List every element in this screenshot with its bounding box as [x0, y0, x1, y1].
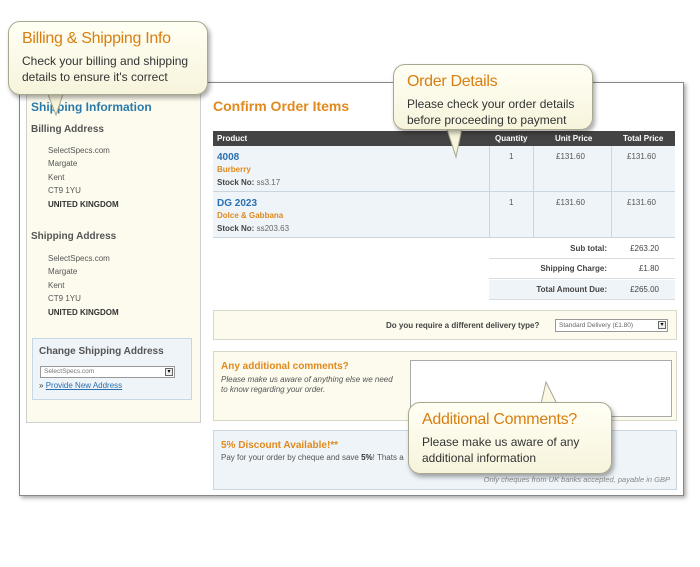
- discount-text-end: ! Thats a: [372, 453, 404, 462]
- billing-address-heading: Billing Address: [31, 124, 104, 135]
- change-shipping-panel: Change Shipping Address SelectSpecs.com …: [32, 338, 192, 400]
- item-unit-price: £131.60: [556, 152, 585, 161]
- shipping-charge-row: Shipping Charge: £1.80: [489, 259, 675, 279]
- stock-number: ss203.63: [256, 224, 290, 233]
- product-stock: Stock No: ss3.17: [217, 178, 280, 187]
- delivery-type-select[interactable]: Standard Delivery (£1.80) ▾: [555, 319, 668, 332]
- subtotal-value: £263.20: [630, 244, 659, 253]
- subtotal-row: Sub total: £263.20: [489, 239, 675, 259]
- address-line: SelectSpecs.com: [48, 146, 110, 155]
- additional-comments-callout: Additional Comments? Please make us awar…: [408, 402, 612, 474]
- column-product: Product: [217, 134, 248, 143]
- discount-text: Pay for your order by cheque and save: [221, 453, 359, 462]
- discount-note: Only cheques from UK banks accepted, pay…: [483, 475, 670, 484]
- total-due-label: Total Amount Due:: [536, 285, 607, 294]
- callout-line: before proceeding to payment: [407, 113, 567, 127]
- shipping-charge-value: £1.80: [638, 264, 659, 273]
- table-header: Product Quantity Unit Price Total Price: [213, 131, 675, 146]
- product-stock: Stock No: ss203.63: [217, 224, 289, 233]
- shipping-address: SelectSpecs.com Margate Kent CT9 1YU UNI…: [48, 252, 119, 319]
- callout-title: Additional Comments?: [422, 411, 577, 428]
- billing-shipping-callout: Billing & Shipping Info Check your billi…: [8, 21, 208, 95]
- product-brand: Burberry: [217, 165, 251, 174]
- comments-description: Please make us aware of anything else we…: [221, 375, 393, 394]
- dropdown-arrow-icon: ▾: [658, 321, 666, 329]
- delivery-type-panel: Do you require a different delivery type…: [213, 310, 677, 340]
- shipping-sidebar: Shipping Information Billing Address Sel…: [26, 90, 201, 423]
- delivery-select-value: Standard Delivery (£1.80): [559, 322, 634, 329]
- order-details-callout: Order Details Please check your order de…: [393, 64, 593, 130]
- provide-address-row: » Provide New Address: [39, 381, 122, 390]
- address-select[interactable]: SelectSpecs.com ▾: [40, 366, 175, 378]
- total-due-value: £265.00: [630, 285, 659, 294]
- subtotal-label: Sub total:: [570, 244, 607, 253]
- shipping-charge-label: Shipping Charge:: [540, 264, 607, 273]
- item-quantity: 1: [509, 198, 514, 207]
- address-line: CT9 1YU: [48, 186, 81, 196]
- callout-line: Please check your order details: [407, 97, 575, 111]
- address-select-value: SelectSpecs.com: [44, 368, 95, 375]
- callout-line: details to ensure it's correct: [22, 70, 168, 84]
- stock-label: Stock No:: [217, 224, 255, 233]
- callout-text: Please make us aware of any additional i…: [422, 434, 579, 466]
- callout-line: Check your billing and shipping: [22, 54, 189, 68]
- address-country: UNITED KINGDOM: [48, 307, 119, 317]
- address-country: UNITED KINGDOM: [48, 199, 119, 209]
- page-title: Confirm Order Items: [213, 98, 350, 114]
- dropdown-arrow-icon: ▾: [165, 368, 173, 376]
- column-total-price: Total Price: [623, 134, 664, 143]
- provide-prefix: »: [39, 381, 44, 390]
- product-code[interactable]: 4008: [217, 152, 239, 163]
- provide-new-address-link[interactable]: Provide New Address: [46, 381, 122, 390]
- discount-percent: 5%: [361, 453, 373, 462]
- address-line: Kent: [48, 280, 65, 290]
- item-total-price: £131.60: [627, 152, 656, 161]
- discount-description: Pay for your order by cheque and save 5%…: [221, 453, 404, 462]
- callout-text: Check your billing and shipping details …: [22, 53, 188, 85]
- address-line: Kent: [48, 172, 65, 182]
- address-line: Margate: [48, 267, 78, 277]
- sidebar-title: Shipping Information: [31, 100, 152, 114]
- address-line: SelectSpecs.com: [48, 254, 110, 263]
- item-total-price: £131.60: [627, 198, 656, 207]
- item-quantity: 1: [509, 152, 514, 161]
- callout-line: Please make us aware of any: [422, 435, 580, 449]
- stock-number: ss3.17: [256, 178, 281, 187]
- column-quantity: Quantity: [495, 134, 528, 143]
- total-due-row: Total Amount Due: £265.00: [489, 280, 675, 300]
- order-items-table: Product Quantity Unit Price Total Price …: [213, 131, 675, 238]
- column-unit-price: Unit Price: [555, 134, 593, 143]
- item-unit-price: £131.60: [556, 198, 585, 207]
- callout-title: Billing & Shipping Info: [22, 30, 171, 47]
- discount-title: 5% Discount Available!**: [221, 440, 339, 451]
- table-row: 4008 Burberry Stock No: ss3.17 1 £131.60…: [213, 146, 675, 192]
- shipping-address-heading: Shipping Address: [31, 231, 117, 242]
- product-code[interactable]: DG 2023: [217, 198, 257, 209]
- billing-address: SelectSpecs.com Margate Kent CT9 1YU UNI…: [48, 144, 119, 211]
- address-line: Margate: [48, 159, 78, 169]
- change-shipping-title: Change Shipping Address: [39, 346, 164, 357]
- comments-title: Any additional comments?: [221, 361, 349, 372]
- stock-label: Stock No:: [217, 178, 255, 187]
- table-row: DG 2023 Dolce & Gabbana Stock No: ss203.…: [213, 192, 675, 238]
- callout-title: Order Details: [407, 73, 498, 90]
- delivery-question: Do you require a different delivery type…: [386, 321, 540, 330]
- callout-text: Please check your order details before p…: [407, 96, 574, 128]
- product-brand: Dolce & Gabbana: [217, 211, 284, 220]
- callout-line: additional information: [422, 451, 537, 465]
- address-line: CT9 1YU: [48, 294, 81, 304]
